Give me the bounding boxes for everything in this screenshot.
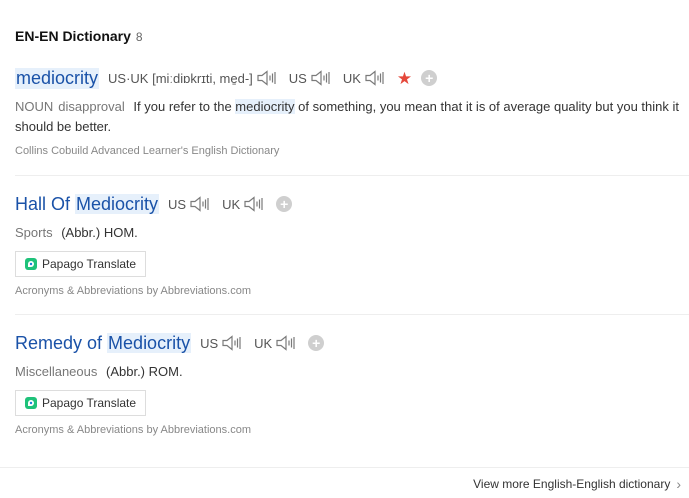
entry-headline: mediocrity US·UK [miːdiɒkrɪti, me̱d-] US… (15, 66, 689, 90)
dictionary-entry: Hall Of Mediocrity US UK + Sports (Abbr.… (15, 192, 689, 297)
speaker-icon[interactable] (364, 69, 388, 87)
speaker-icon[interactable] (189, 195, 213, 213)
add-icon[interactable]: + (421, 70, 438, 86)
divider (15, 314, 689, 315)
definition-text: (Abbr.) HOM. (61, 225, 138, 240)
entry-headline: Remedy of Mediocrity US UK + (15, 331, 689, 355)
papago-translate-label: Papago Translate (42, 396, 137, 410)
entry-word-highlight: Mediocrity (75, 193, 160, 214)
dictionary-entry: Remedy of Mediocrity US UK + Miscellaneo… (15, 331, 689, 436)
entry-word-prefix: Hall Of (15, 193, 76, 214)
category-label: Sports (15, 225, 53, 240)
uk-label: UK (222, 196, 241, 212)
speaker-icon[interactable] (221, 334, 245, 352)
definition-text: (Abbr.) ROM. (106, 364, 183, 379)
papago-logo-icon (25, 258, 37, 270)
dictionary-entry: mediocrity US·UK [miːdiɒkrɪti, me̱d-] US… (15, 66, 689, 157)
view-more-link[interactable]: View more English-English dictionary › (473, 476, 681, 492)
add-icon[interactable]: + (276, 196, 293, 212)
divider (15, 175, 689, 176)
uk-label: UK (342, 70, 361, 86)
chevron-right-icon: › (676, 476, 681, 492)
definition: NOUN disapproval If you refer to the medi… (15, 97, 683, 137)
pronunciation-text: US·UK [miːdiɒkrɪti, me̱d-] (108, 70, 253, 86)
register-label: disapproval (58, 99, 125, 114)
entry-word[interactable]: mediocrity (15, 67, 100, 89)
entry-word[interactable]: Remedy of Mediocrity (15, 332, 192, 354)
entry-source: Collins Cobuild Advanced Learner's Engli… (15, 145, 280, 157)
add-icon[interactable]: + (308, 335, 325, 351)
speaker-icon[interactable] (310, 69, 334, 87)
papago-logo-icon (25, 397, 37, 409)
entry-word-prefix: Remedy of (15, 332, 108, 353)
papago-translate-label: Papago Translate (42, 257, 137, 271)
part-of-speech: NOUN (15, 99, 54, 114)
uk-label: UK (254, 335, 273, 351)
speaker-icon[interactable] (275, 334, 299, 352)
papago-translate-button[interactable]: Papago Translate (15, 251, 147, 277)
us-label: US (288, 70, 307, 86)
entry-source: Acronyms & Abbreviations by Abbreviation… (15, 424, 252, 436)
dictionary-title: EN-EN Dictionary (15, 28, 131, 44)
papago-translate-button[interactable]: Papago Translate (15, 390, 147, 416)
category-label: Miscellaneous (15, 364, 98, 379)
entry-source: Acronyms & Abbreviations by Abbreviation… (15, 285, 252, 297)
footer-bar: View more English-English dictionary › (0, 467, 689, 498)
entry-word[interactable]: Hall Of Mediocrity (15, 193, 160, 215)
speaker-icon[interactable] (243, 195, 267, 213)
us-label: US (200, 335, 219, 351)
definition-highlight: mediocrity (235, 99, 295, 114)
definition: Miscellaneous (Abbr.) ROM. (15, 362, 683, 382)
view-more-label: View more English-English dictionary (473, 477, 671, 491)
definition-text-before: If you refer to the (133, 99, 236, 114)
star-icon[interactable]: ★ (397, 70, 412, 87)
definition: Sports (Abbr.) HOM. (15, 223, 683, 243)
us-label: US (168, 196, 187, 212)
result-count: 8 (135, 30, 143, 44)
speaker-icon[interactable] (256, 69, 280, 87)
entry-headline: Hall Of Mediocrity US UK + (15, 192, 689, 216)
entry-word-highlight: Mediocrity (107, 332, 192, 353)
dictionary-header: EN-EN Dictionary 8 (15, 28, 143, 44)
